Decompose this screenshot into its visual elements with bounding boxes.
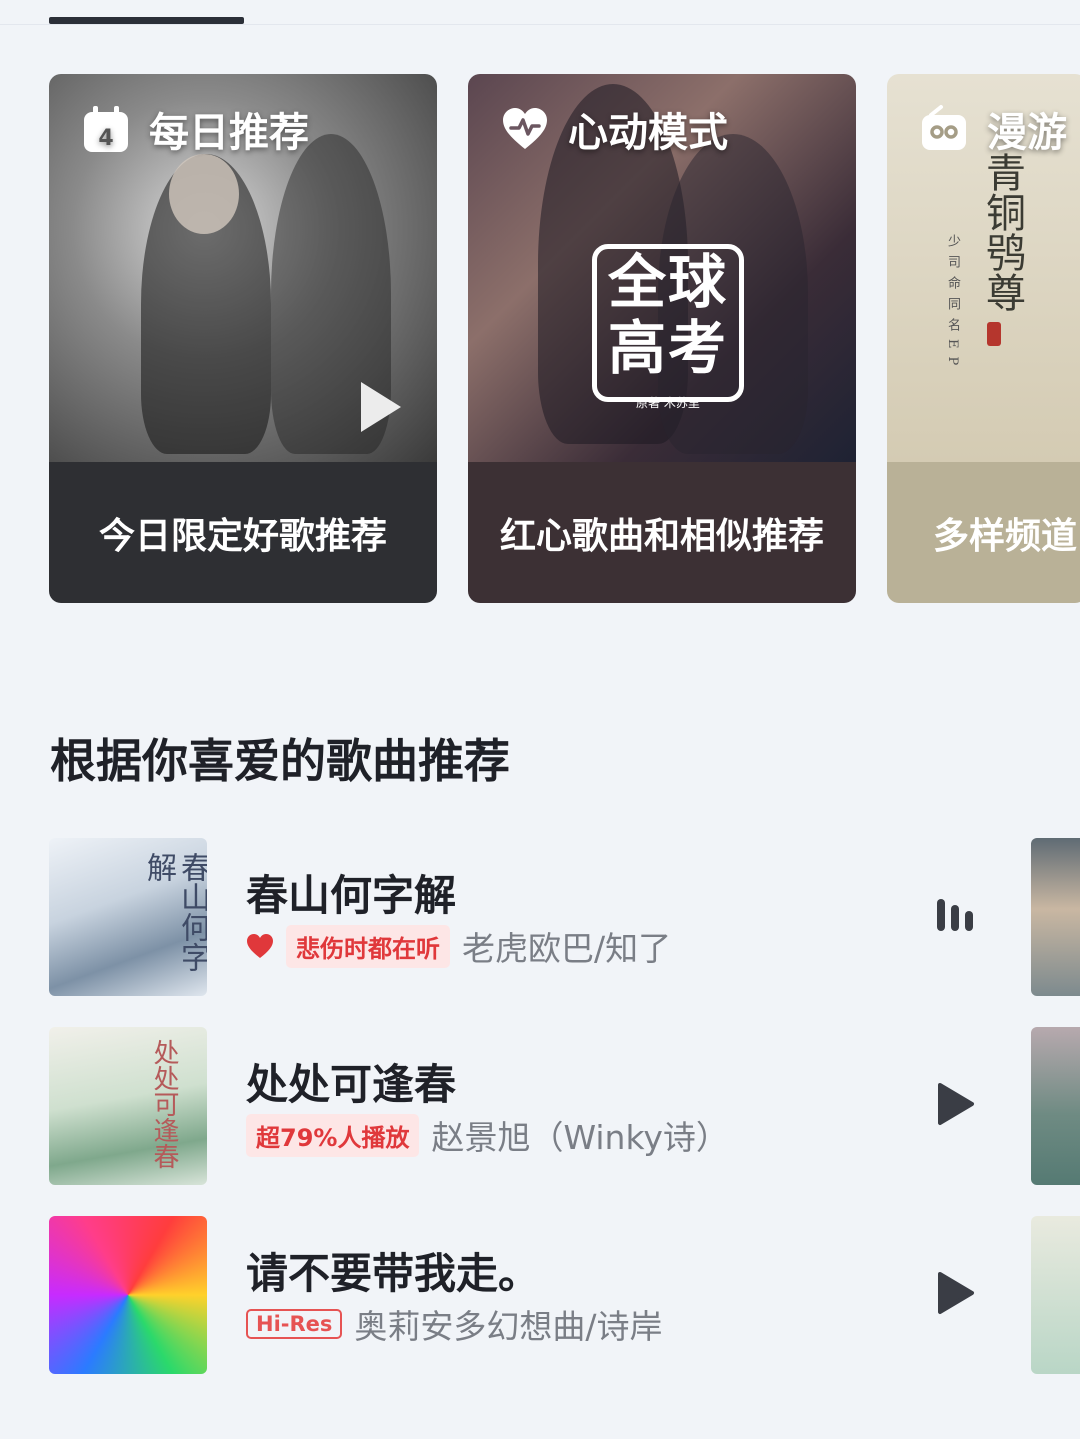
song-row[interactable]: 春山何字解 春山何字解 悲伤时都在听 老虎欧巴/知了 — [0, 838, 1080, 998]
heartbeat-mode-card[interactable]: 全球 高考 原著 木苏里 心动模式 红心歌曲和相似推荐 — [468, 74, 856, 603]
roaming-subtitle: 多样频道 — [887, 462, 1080, 603]
song-artist: 赵景旭（Winky诗） — [431, 1118, 729, 1157]
next-page-cover[interactable] — [1031, 1216, 1080, 1374]
play-icon[interactable] — [930, 1262, 980, 1324]
seal-stamp — [987, 322, 1001, 346]
song-artist: 老虎欧巴/知了 — [462, 929, 672, 968]
recommendation-carousel[interactable]: 4 每日推荐 今日限定好歌推荐 全球 高考 原著 木苏里 心动模式 红心歌曲和相… — [0, 74, 1080, 604]
song-title: 处处可逢春 — [246, 1060, 457, 1109]
song-title: 春山何字解 — [246, 871, 457, 920]
daily-recommend-card[interactable]: 4 每日推荐 今日限定好歌推荐 — [49, 74, 437, 603]
heartbeat-mode-subtitle: 红心歌曲和相似推荐 — [468, 462, 856, 603]
song-cover[interactable] — [49, 1216, 207, 1374]
active-tab-indicator — [49, 17, 244, 24]
next-page-cover[interactable] — [1031, 838, 1080, 996]
song-row[interactable]: 处处可逢春 处处可逢春 超79%人播放 赵景旭（Winky诗） — [0, 1027, 1080, 1187]
calendar-day-number: 4 — [98, 126, 113, 151]
album-subtitle-text: 少司命同名EP — [945, 234, 960, 374]
section-title: 根据你喜爱的歌曲推荐 — [50, 734, 510, 788]
play-icon[interactable] — [930, 1073, 980, 1135]
song-tag: 超79%人播放 — [246, 1113, 420, 1157]
song-title: 请不要带我走。 — [246, 1249, 541, 1298]
calendar-icon: 4 — [81, 104, 131, 154]
daily-recommend-title: 每日推荐 — [149, 110, 309, 156]
playing-bars-icon[interactable] — [930, 884, 980, 946]
album-title-text: 青铜鸮尊 — [979, 152, 1025, 312]
song-cover[interactable]: 处处可逢春 — [49, 1027, 207, 1185]
song-row[interactable]: 请不要带我走。 Hi-Res 奥莉安多幻想曲/诗岸 — [0, 1216, 1080, 1376]
radio-icon — [919, 104, 969, 154]
cover-title-text: 处处可逢春 — [149, 1039, 179, 1169]
heartbeat-mode-title: 心动模式 — [568, 110, 728, 156]
top-tab-bar — [0, 0, 1080, 25]
next-page-cover[interactable] — [1031, 1027, 1080, 1185]
album-logo-subtitle: 原著 木苏里 — [636, 396, 700, 410]
song-artist: 奥莉安多幻想曲/诗岸 — [354, 1307, 663, 1346]
album-logo: 全球 高考 — [592, 244, 744, 402]
daily-recommend-subtitle: 今日限定好歌推荐 — [49, 462, 437, 603]
song-tag: 悲伤时都在听 — [286, 924, 450, 968]
play-icon[interactable] — [361, 382, 401, 432]
roaming-card[interactable]: 青铜鸮尊 少司命同名EP 漫游 多样频道 — [887, 74, 1080, 603]
heart-pulse-icon — [500, 104, 550, 154]
song-cover[interactable]: 春山何字解 — [49, 838, 207, 996]
cover-title-text: 春山何字解 — [141, 852, 207, 972]
roaming-title: 漫游 — [987, 110, 1067, 156]
liked-heart-icon — [246, 932, 274, 960]
hi-res-badge: Hi-Res — [246, 1309, 343, 1339]
